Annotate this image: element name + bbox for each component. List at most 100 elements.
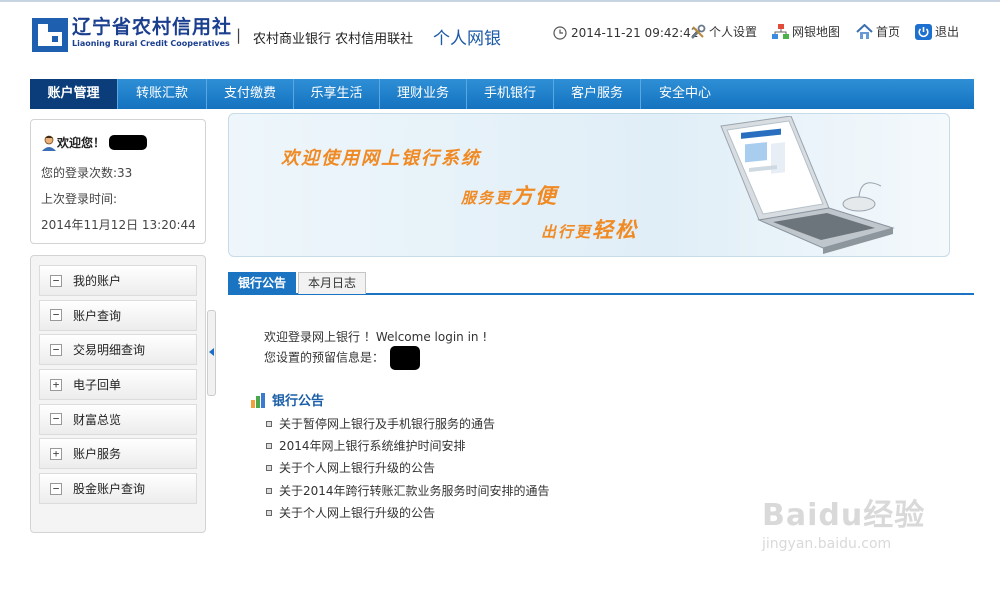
collapse-icon[interactable]: − (50, 482, 62, 495)
menu-item-label: 账户服务 (73, 447, 122, 462)
reserved-info-row: 您设置的预留信息是： (264, 346, 421, 370)
sitemap-icon (772, 23, 789, 39)
menu-item-label: 交易明细查询 (73, 343, 146, 358)
login-count: 您的登录次数:33 (41, 166, 133, 180)
collapse-icon[interactable]: − (50, 413, 62, 426)
menu-item-label: 财富总览 (73, 412, 122, 427)
notice-item-text: 关于个人网上银行升级的公告 (279, 505, 436, 520)
main-nav: 账户管理 转账汇款 支付缴费 乐享生活 理财业务 手机银行 客户服务 安全中心 (30, 79, 974, 109)
banner-slogan-2-emphasis: 方便 (512, 184, 559, 208)
notices-heading: 银行公告 (250, 390, 324, 409)
sidebar-collapse-handle[interactable] (207, 310, 216, 396)
welcome-banner: 欢迎使用网上银行系统 服务更方便 出行更轻松 (228, 113, 950, 257)
bullet-icon (266, 465, 272, 472)
nav-wealth[interactable]: 理财业务 (380, 79, 467, 109)
banner-slogan-3-prefix: 出行更 (541, 223, 593, 241)
collapse-icon[interactable]: − (50, 343, 62, 356)
laptop-illustration (720, 116, 895, 254)
brand-name-en: Liaoning Rural Credit Cooperatives (72, 39, 230, 48)
notice-item-text: 2014年网上银行系统维护时间安排 (279, 439, 466, 454)
nav-account-management[interactable]: 账户管理 (30, 79, 118, 109)
notices-list: 关于暂停网上银行及手机银行服务的通告 2014年网上银行系统维护时间安排 关于个… (266, 413, 550, 524)
nav-mobile-banking[interactable]: 手机银行 (467, 79, 554, 109)
notice-item[interactable]: 关于个人网上银行升级的公告 (266, 502, 550, 524)
last-login-time: 2014年11月12日 13:20:44 (41, 218, 196, 232)
redacted-username (109, 135, 148, 150)
notice-item-text: 关于2014年跨行转账汇款业务服务时间安排的通告 (279, 483, 550, 498)
banner-slogan-3: 出行更轻松 (541, 214, 638, 244)
content-tabs: 银行公告 本月日志 (228, 272, 974, 295)
menu-item-label: 股金账户查询 (73, 482, 146, 497)
notice-item[interactable]: 关于暂停网上银行及手机银行服务的通告 (266, 413, 550, 435)
datetime-display: 2014-11-21 09:42:42 (553, 26, 698, 40)
banner-slogan-2-prefix: 服务更 (461, 189, 513, 207)
banner-slogan-1: 欢迎使用网上银行系统 (281, 148, 481, 169)
banner-slogan-3-emphasis: 轻松 (592, 218, 639, 242)
home-icon (856, 23, 873, 39)
nav-transfer[interactable]: 转账汇款 (118, 79, 207, 109)
bar-chart-icon (251, 392, 265, 408)
side-menu: − 我的账户 − 账户查询 − 交易明细查询 + 电子回单 − 财富总览 + 账… (30, 255, 206, 533)
header-subtitle: 农村商业银行 农村信用联社 (253, 32, 414, 47)
baidu-watermark: Baidu经验 jingyan.baidu.com (762, 490, 962, 552)
notice-item[interactable]: 关于个人网上银行升级的公告 (266, 457, 550, 479)
brand: 辽宁省农村信用社 Liaoning Rural Credit Cooperati… (72, 16, 232, 49)
home-link[interactable]: 首页 (856, 23, 900, 40)
bullet-icon (266, 421, 272, 428)
sitemap-link[interactable]: 网银地图 (772, 23, 840, 40)
notice-item-text: 关于暂停网上银行及手机银行服务的通告 (279, 417, 496, 432)
watermark-sub: jingyan.baidu.com (762, 536, 892, 552)
reserved-info-label: 您设置的预留信息是： (264, 350, 385, 365)
logout-label: 退出 (935, 25, 960, 39)
notice-item[interactable]: 关于2014年跨行转账汇款业务服务时间安排的通告 (266, 480, 550, 502)
tab-bank-notices[interactable]: 银行公告 (228, 272, 297, 294)
logout-link[interactable]: 退出 (915, 23, 959, 40)
nav-customer-service[interactable]: 客户服务 (554, 79, 641, 109)
notice-item[interactable]: 2014年网上银行系统维护时间安排 (266, 435, 550, 457)
menu-item-transaction-query[interactable]: − 交易明细查询 (39, 334, 197, 366)
power-icon (915, 23, 932, 40)
collapse-icon[interactable]: − (50, 274, 62, 287)
notice-item-text: 关于个人网上银行升级的公告 (279, 461, 436, 476)
menu-item-label: 电子回单 (73, 378, 122, 393)
tools-icon (691, 24, 706, 39)
menu-item-my-account[interactable]: − 我的账户 (39, 265, 197, 296)
collapse-icon[interactable]: − (50, 309, 62, 322)
expand-icon[interactable]: + (50, 378, 62, 391)
menu-item-share-account-query[interactable]: − 股金账户查询 (39, 473, 197, 505)
greeting-text: 欢迎您！ (57, 136, 106, 150)
notices-heading-text: 银行公告 (272, 394, 325, 409)
nav-security-center[interactable]: 安全中心 (641, 79, 729, 109)
personal-settings-link[interactable]: 个人设置 (690, 23, 757, 40)
bullet-icon (266, 509, 272, 516)
bullet-icon (266, 443, 272, 450)
bullet-icon (266, 487, 272, 494)
menu-item-e-receipt[interactable]: + 电子回单 (39, 369, 197, 401)
watermark-main: Baidu经验 (762, 498, 926, 533)
expand-icon[interactable]: + (50, 447, 62, 460)
banner-slogan-2: 服务更方便 (461, 180, 558, 210)
clock-icon (553, 26, 567, 40)
greeting-row: 欢迎您！ (41, 134, 148, 151)
chevron-left-icon (209, 348, 214, 356)
page-title: 个人网银 (433, 29, 501, 49)
menu-item-account-query[interactable]: − 账户查询 (39, 299, 197, 331)
tab-monthly-log[interactable]: 本月日志 (298, 272, 367, 294)
user-avatar-icon (42, 135, 56, 151)
menu-item-wealth-overview[interactable]: − 财富总览 (39, 403, 197, 435)
bank-logo (32, 18, 68, 52)
menu-item-account-service[interactable]: + 账户服务 (39, 438, 197, 470)
brand-name-cn: 辽宁省农村信用社 (72, 16, 233, 38)
nav-payment[interactable]: 支付缴费 (207, 79, 294, 109)
welcome-panel: 欢迎您！ 您的登录次数:33 上次登录时间: 2014年11月12日 13:20… (30, 119, 206, 244)
nav-lifestyle[interactable]: 乐享生活 (294, 79, 380, 109)
top-border (0, 0, 1000, 2)
datetime-text: 2014-11-21 09:42:42 (571, 26, 699, 40)
welcome-message: 欢迎登录网上银行 ！Welcome login in ! (264, 330, 488, 344)
home-label: 首页 (876, 25, 901, 39)
sitemap-label: 网银地图 (792, 25, 841, 39)
last-login-label: 上次登录时间: (41, 192, 118, 206)
personal-settings-label: 个人设置 (709, 25, 758, 39)
menu-item-label: 账户查询 (73, 308, 122, 323)
redacted-reserved-info (390, 346, 421, 370)
